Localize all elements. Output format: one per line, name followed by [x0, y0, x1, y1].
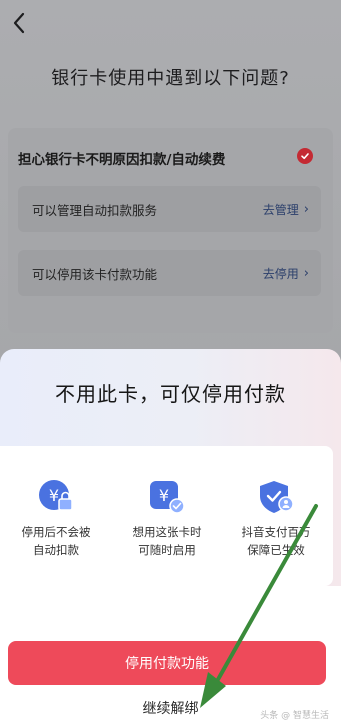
yuan-lock-shield-icon: ¥: [37, 479, 75, 515]
benefit-guarantee: 抖音支付百万 保障已生效: [226, 446, 326, 586]
yuan-card-check-icon: ¥: [148, 479, 186, 515]
option-manage-autodebit[interactable]: 可以管理自动扣款服务 去管理 ›: [18, 186, 321, 232]
problem-card: 担心银行卡不明原因扣款/自动续费 可以管理自动扣款服务 去管理 › 可以停用该卡…: [8, 128, 333, 333]
svg-text:¥: ¥: [49, 486, 59, 505]
benefit-text: 抖音支付百万 保障已生效: [226, 523, 326, 559]
page-title: 银行卡使用中遇到以下问题?: [51, 68, 290, 89]
problem-heading: 担心银行卡不明原因扣款/自动续费: [18, 152, 226, 168]
sheet-actions: 停用付款功能 继续解绑 头条 @ 智慧生活: [0, 586, 341, 727]
benefit-line: 停用后不会被: [21, 525, 91, 539]
benefit-text: 停用后不会被 自动扣款: [6, 523, 106, 559]
disable-link[interactable]: 去停用 ›: [263, 265, 309, 282]
option-disable-payment[interactable]: 可以停用该卡付款功能 去停用 ›: [18, 250, 321, 296]
benefit-line: 自动扣款: [33, 543, 79, 557]
option-label: 可以管理自动扣款服务: [32, 202, 158, 218]
manage-link-label: 去管理: [262, 202, 299, 217]
benefit-line: 可随时启用: [138, 543, 196, 557]
sheet-title: 不用此卡，可仅停用付款: [55, 382, 286, 406]
disable-link-label: 去停用: [262, 266, 299, 281]
watermark: 头条 @ 智慧生活: [260, 711, 329, 721]
benefit-no-autodebit: ¥ 停用后不会被 自动扣款: [6, 446, 106, 586]
benefit-line: 抖音支付百万: [241, 525, 311, 539]
benefit-enable-anytime: ¥ 想用这张卡时 可随时启用: [117, 446, 217, 586]
benefit-text: 想用这张卡时 可随时启用: [117, 523, 217, 559]
chevron-right-icon: ›: [303, 201, 309, 217]
option-label: 可以停用该卡付款功能: [32, 266, 158, 282]
benefits-panel: ¥ 停用后不会被 自动扣款 ¥ 想用这张卡时 可随时启用 抖音支付百万 保障已生…: [0, 446, 333, 586]
benefit-line: 保障已生效: [247, 543, 305, 557]
svg-text:¥: ¥: [159, 486, 169, 505]
back-button[interactable]: [6, 10, 32, 36]
bottom-sheet: 不用此卡，可仅停用付款 ¥ 停用后不会被 自动扣款 ¥ 想用这张卡时 可随时启用…: [0, 349, 341, 727]
manage-link[interactable]: 去管理 ›: [263, 201, 309, 218]
check-circle-icon: [297, 148, 313, 164]
benefit-line: 想用这张卡时: [132, 525, 202, 539]
shield-user-icon: [257, 479, 295, 515]
chevron-left-icon: [13, 12, 25, 34]
chevron-right-icon: ›: [303, 265, 309, 281]
disable-payment-button[interactable]: 停用付款功能: [8, 641, 326, 685]
